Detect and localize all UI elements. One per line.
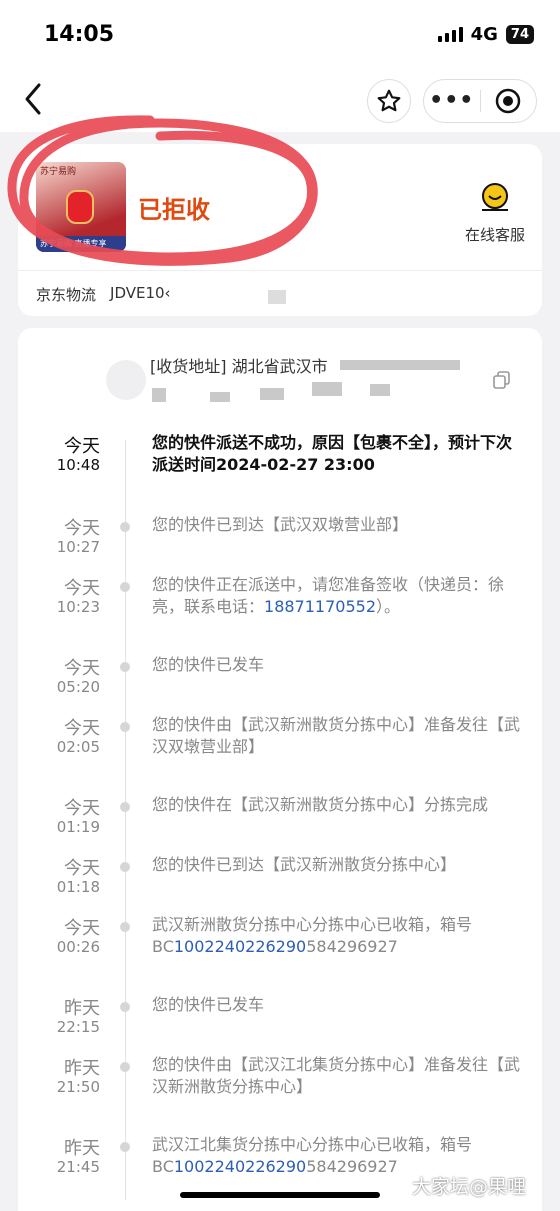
watermark: 大家坛@果哩: [412, 1176, 527, 1198]
customer-service-icon: [482, 183, 508, 211]
timeline-dot: [120, 722, 130, 732]
thumbnail-band: 苏宁易购 直播专享: [36, 236, 126, 252]
event-time: 00:26: [56, 938, 100, 956]
timeline-dot: [120, 922, 130, 932]
copy-icon[interactable]: [492, 370, 512, 390]
tracking-number[interactable]: JDVE10‹: [110, 284, 171, 305]
event-time: 01:19: [56, 818, 100, 836]
event-day: 今天: [64, 718, 100, 739]
timeline-dot: [120, 662, 130, 672]
event-day: 今天: [64, 858, 100, 879]
event-time: 10:48: [56, 456, 100, 474]
event-time: 01:18: [56, 878, 100, 896]
event-text: 您的快件已发车: [152, 995, 265, 1014]
event-time: 21:50: [56, 1078, 100, 1096]
product-thumbnail[interactable]: 苏宁易购 苏宁易购 直播专享: [36, 162, 126, 252]
carrier-name: 京东物流: [36, 286, 97, 304]
customer-service-label: 在线客服: [464, 226, 525, 244]
customer-service-button[interactable]: 在线客服: [462, 180, 528, 245]
network-type: 4G: [470, 24, 498, 45]
miniprogram-capsule: •••: [423, 79, 537, 123]
event-time: 10:23: [56, 598, 100, 616]
event-text-after: ）。: [376, 597, 401, 616]
timeline-dot: [120, 582, 130, 592]
carrier-row: 京东物流 JDVE10‹: [36, 284, 171, 305]
event-text: 您的快件在【武汉新洲散货分拣中心】分拣完成: [152, 795, 489, 814]
event-day: 今天: [64, 658, 100, 679]
timeline-dot: [120, 802, 130, 812]
event-day: 今天: [64, 918, 100, 939]
back-icon[interactable]: [22, 82, 44, 116]
event-link[interactable]: 1002240226290: [174, 1157, 306, 1176]
close-miniprogram-icon[interactable]: [480, 88, 536, 114]
battery-icon: 74: [505, 25, 534, 44]
event-text: 您的快件已到达【武汉新洲散货分拣中心】: [152, 855, 457, 874]
event-description: 您的快件已发车: [152, 994, 522, 1016]
timeline-dot: [120, 862, 130, 872]
timeline-dot: [120, 1062, 130, 1072]
timeline-dot: [120, 1002, 130, 1012]
event-text: 您的快件已发车: [152, 655, 265, 674]
signal-icon: [437, 27, 463, 42]
status-time: 14:05: [44, 22, 115, 47]
event-description: 您的快件正在派送中，请您准备签收（快递员：徐亮，联系电话：18871170552…: [152, 574, 522, 618]
event-text-after: 584296927: [306, 1157, 398, 1176]
event-description: 您的快件派送不成功，原因【包裹不全】，预计下次派送时间2024-02-27 23…: [152, 432, 522, 476]
event-time: 10:27: [56, 538, 100, 556]
event-day: 昨天: [64, 1058, 100, 1079]
address-icon: [106, 360, 146, 400]
event-description: 您的快件由【武汉江北集货分拣中心】准备发往【武汉新洲散货分拣中心】: [152, 1054, 522, 1098]
event-link[interactable]: 1002240226290: [174, 937, 306, 956]
status-bar: 14:05 4G 74: [0, 0, 560, 70]
event-description: 您的快件已到达【武汉新洲散货分拣中心】: [152, 854, 522, 876]
more-icon[interactable]: •••: [424, 81, 480, 121]
event-text: 您的快件由【武汉新洲散货分拣中心】准备发往【武汉双墩营业部】: [152, 715, 521, 756]
event-time: 21:45: [56, 1158, 100, 1176]
star-icon: [377, 89, 401, 112]
event-text: 您的快件已到达【武汉双墩营业部】: [152, 515, 409, 534]
event-text: 您的快件派送不成功，原因【包裹不全】，预计下次派送时间2024-02-27 23…: [152, 433, 513, 474]
event-text: 您的快件由【武汉江北集货分拣中心】准备发往【武汉新洲散货分拣中心】: [152, 1055, 521, 1096]
event-day: 昨天: [64, 998, 100, 1019]
event-description: 武汉新洲散货分拣中心分拣中心已收箱，箱号BC100224022629058429…: [152, 914, 522, 958]
delivery-status: 已拒收: [138, 196, 210, 224]
event-time: 05:20: [56, 678, 100, 696]
event-day: 今天: [64, 798, 100, 819]
home-indicator[interactable]: [180, 1192, 380, 1198]
event-link[interactable]: 18871170552: [264, 597, 376, 616]
favorite-button[interactable]: [367, 79, 411, 123]
event-time: 22:15: [56, 1018, 100, 1036]
event-description: 您的快件已到达【武汉双墩营业部】: [152, 514, 522, 536]
timeline-dot: [120, 522, 130, 532]
event-day: 今天: [64, 518, 100, 539]
event-day: 昨天: [64, 1138, 100, 1159]
thumbnail-top-text: 苏宁易购: [40, 167, 77, 177]
event-description: 您的快件由【武汉新洲散货分拣中心】准备发往【武汉双墩营业部】: [152, 714, 522, 758]
event-description: 您的快件在【武汉新洲散货分拣中心】分拣完成: [152, 794, 522, 816]
event-text-after: 584296927: [306, 937, 398, 956]
event-time: 02:05: [56, 738, 100, 756]
event-day: 今天: [64, 436, 100, 457]
timeline-dot: [120, 1142, 130, 1152]
event-description: 您的快件已发车: [152, 654, 522, 676]
event-day: 今天: [64, 578, 100, 599]
